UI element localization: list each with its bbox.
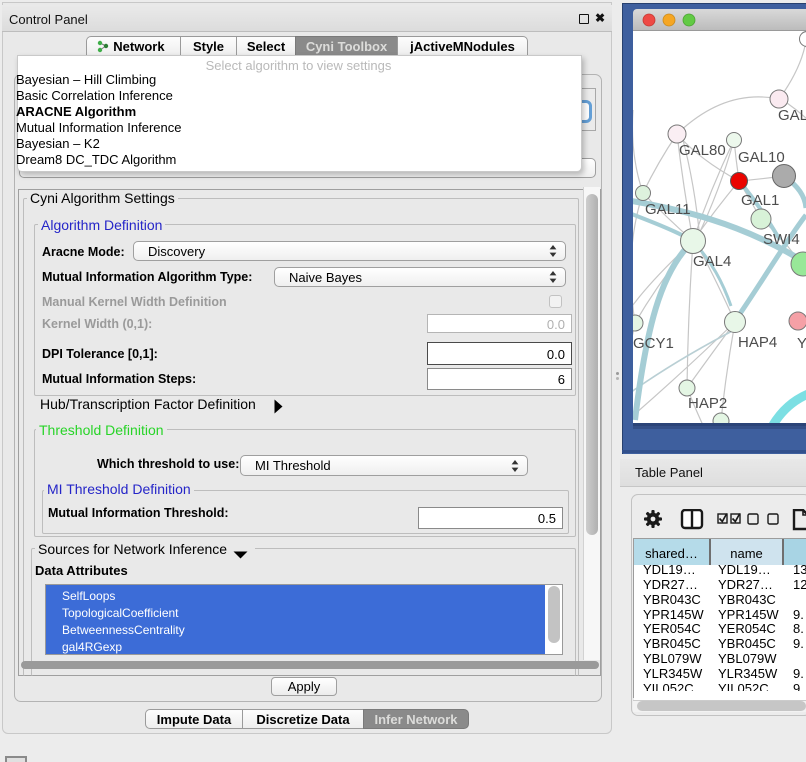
- svg-text:GCY1: GCY1: [633, 335, 674, 352]
- svg-text:HAP4: HAP4: [738, 334, 777, 351]
- svg-text:GAL10: GAL10: [738, 149, 785, 166]
- svg-text:GAL1: GAL1: [741, 192, 779, 209]
- svg-text:GAL7: GAL7: [778, 107, 806, 124]
- svg-text:GAL11: GAL11: [645, 201, 691, 218]
- svg-text:YJ: YJ: [797, 335, 806, 352]
- svg-text:GAL80: GAL80: [679, 142, 726, 159]
- svg-text:HAP2: HAP2: [688, 395, 727, 412]
- svg-text:GAL4: GAL4: [693, 253, 731, 270]
- svg-text:SWI4: SWI4: [763, 231, 800, 248]
